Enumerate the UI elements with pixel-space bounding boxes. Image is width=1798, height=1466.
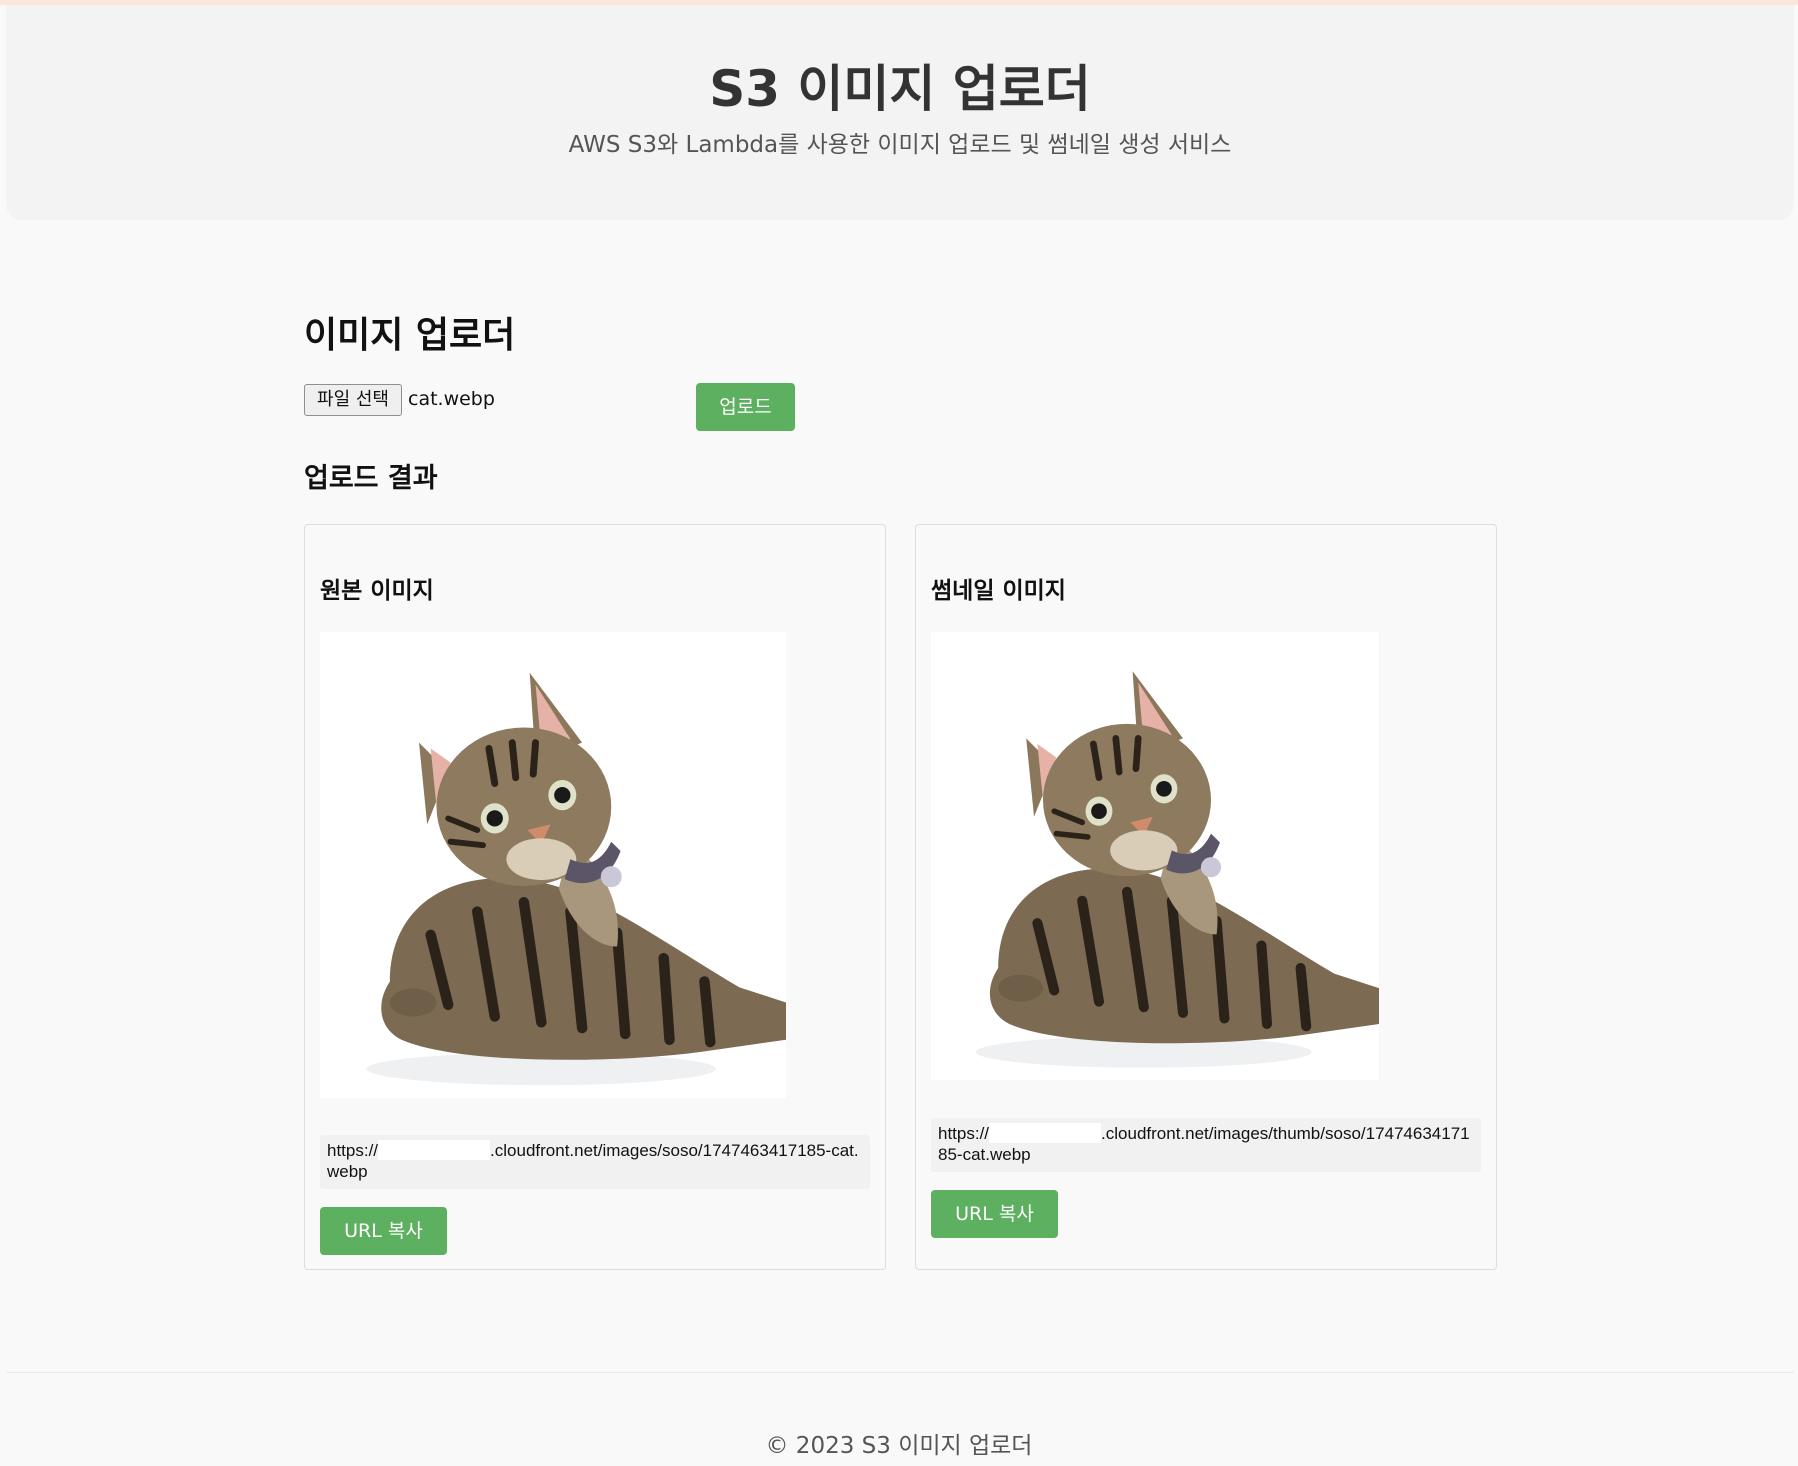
cat-illustration: [931, 632, 1379, 1080]
original-cat-image: [320, 632, 786, 1098]
redacted-url-segment: [989, 1123, 1102, 1143]
page-header: S3 이미지 업로더 AWS S3와 Lambda를 사용한 이미지 업로드 및…: [6, 5, 1794, 220]
original-image-card: 원본 이미지 https:// .cloudfront.net/images/s…: [304, 524, 886, 1270]
thumbnail-url-prefix: https://: [938, 1124, 990, 1143]
page-subtitle: AWS S3와 Lambda를 사용한 이미지 업로드 및 썸네일 생성 서비스: [568, 132, 1232, 158]
page-footer: © 2023 S3 이미지 업로더: [765, 1433, 1033, 1459]
original-image-url[interactable]: https://.cloudfront.net/images/soso/1747…: [320, 1135, 870, 1189]
page: S3 이미지 업로더 AWS S3와 Lambda를 사용한 이미지 업로드 및…: [0, 0, 1798, 1466]
selected-file-name: cat.webp: [408, 388, 495, 410]
upload-button[interactable]: 업로드: [696, 383, 795, 431]
page-title: S3 이미지 업로더: [709, 60, 1091, 118]
thumbnail-image-card: 썸네일 이미지 https:// .cloudfront.net/images/…: [915, 524, 1497, 1270]
footer-divider: [6, 1372, 1794, 1373]
thumbnail-image-title: 썸네일 이미지: [931, 578, 1066, 604]
thumbnail-image-url[interactable]: https://.cloudfront.net/images/thumb/sos…: [931, 1118, 1481, 1172]
original-url-prefix: https://: [327, 1141, 379, 1160]
original-image-title: 원본 이미지: [320, 578, 434, 604]
redacted-url-segment: [378, 1140, 491, 1160]
results-title: 업로드 결과: [304, 463, 438, 494]
thumbnail-cat-image: [931, 632, 1379, 1080]
cat-illustration: [320, 632, 786, 1098]
uploader-title: 이미지 업로더: [304, 315, 516, 356]
choose-file-button[interactable]: 파일 선택: [304, 384, 402, 416]
copy-original-url-button[interactable]: URL 복사: [320, 1207, 447, 1255]
copy-thumbnail-url-button[interactable]: URL 복사: [931, 1190, 1058, 1238]
